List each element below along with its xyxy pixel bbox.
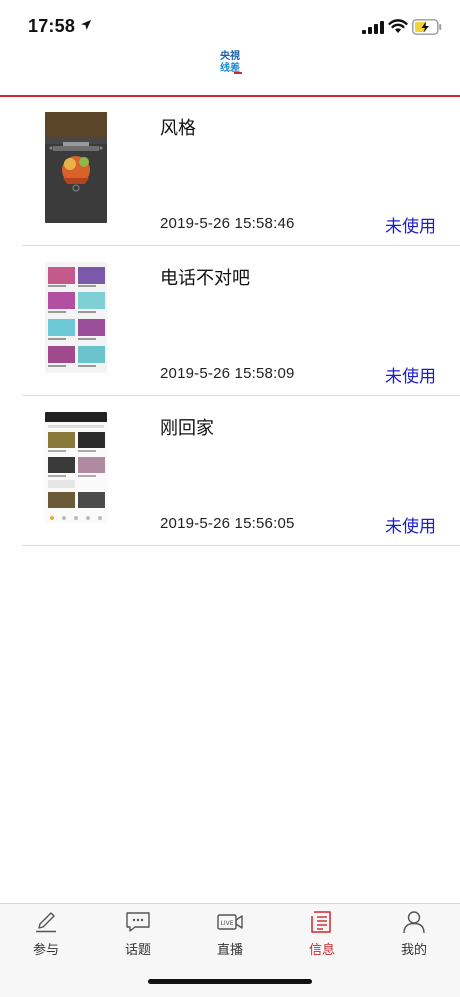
status-bar: 17:58 (0, 0, 460, 50)
row-divider (22, 545, 460, 546)
svg-text:央視: 央視 (220, 49, 240, 62)
tab-label: 话题 (124, 942, 151, 957)
app-logo: 央視 线差 (220, 49, 242, 74)
tab-label: 直播 (216, 942, 243, 957)
list-item[interactable]: 风格 2019-5-26 15:58:46 未使用 (0, 97, 460, 246)
document-icon (311, 911, 331, 933)
row-divider (22, 245, 460, 246)
item-date: 2019-5-26 15:56:05 (160, 515, 295, 532)
status-time: 17:58 (28, 16, 76, 36)
tab-topics[interactable]: 话题 (92, 904, 184, 964)
screenshot-thumbnail[interactable] (45, 112, 107, 223)
row-divider (22, 395, 460, 396)
live-camera-icon: LIVE (217, 914, 243, 930)
home-indicator[interactable] (148, 979, 312, 984)
chat-bubble-icon (126, 912, 150, 932)
item-date: 2019-5-26 15:58:46 (160, 215, 295, 232)
item-title: 风格 (160, 118, 196, 138)
tab-live[interactable]: LIVE 直播 (184, 904, 276, 964)
tab-participate[interactable]: 参与 (0, 904, 92, 964)
item-title: 刚回家 (160, 418, 214, 438)
person-icon (403, 911, 425, 934)
wifi-icon (388, 19, 408, 33)
tab-messages[interactable]: 信息 (276, 904, 368, 964)
screenshot-thumbnail[interactable] (45, 262, 107, 373)
item-title: 电话不对吧 (160, 268, 250, 288)
item-status-link[interactable]: 未使用 (385, 212, 436, 237)
svg-text:LIVE: LIVE (220, 920, 233, 927)
list-item[interactable]: 刚回家 2019-5-26 15:56:05 未使用 (0, 397, 460, 546)
tab-profile[interactable]: 我的 (368, 904, 460, 964)
pencil-icon (36, 912, 56, 933)
item-status-link[interactable]: 未使用 (385, 512, 436, 537)
cellular-signal-icon (362, 21, 384, 34)
tab-label: 我的 (400, 942, 427, 957)
list-item[interactable]: 电话不对吧 2019-5-26 15:58:09 未使用 (0, 247, 460, 396)
location-arrow-icon (81, 20, 91, 30)
nav-header: 央視 线差 (0, 44, 460, 96)
tab-label: 参与 (32, 942, 59, 957)
item-date: 2019-5-26 15:58:09 (160, 365, 295, 382)
screenshot-thumbnail[interactable] (45, 412, 107, 523)
item-status-link[interactable]: 未使用 (385, 362, 436, 387)
tab-label: 信息 (308, 942, 335, 957)
battery-charging-icon (412, 19, 442, 35)
